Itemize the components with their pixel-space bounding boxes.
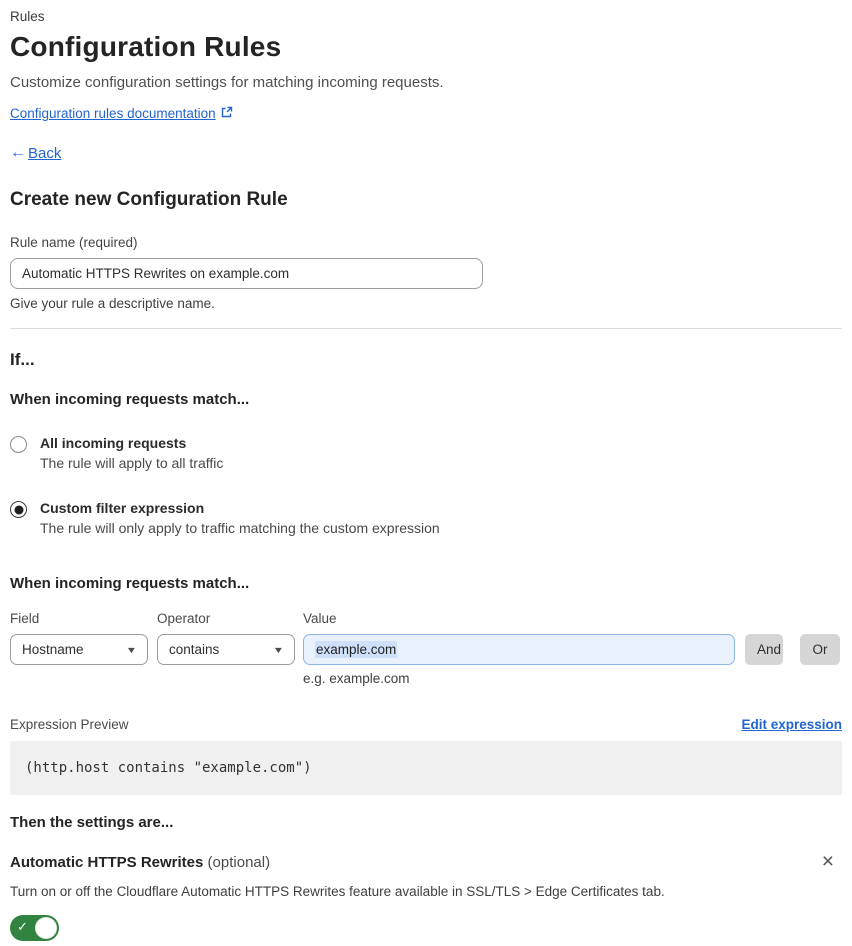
value-input-text: example.com (315, 641, 398, 658)
toggle-knob[interactable] (35, 917, 57, 939)
back-arrow-icon: ← (10, 144, 26, 161)
chevron-down-icon: ▼ (272, 644, 285, 655)
expression-code: (http.host contains "example.com") (25, 760, 312, 776)
operator-select[interactable]: contains ▼ (157, 634, 295, 665)
then-heading: Then the settings are... (10, 814, 174, 831)
radio-unselected-icon[interactable] (10, 436, 27, 453)
radio-option-label: All incoming requests (40, 435, 187, 451)
expression-preview-box: (http.host contains "example.com") (10, 741, 842, 795)
expression-preview-label: Expression Preview (10, 717, 129, 732)
page-subtitle: Customize configuration settings for mat… (10, 74, 444, 91)
close-icon[interactable]: × (822, 851, 834, 872)
radio-option-description: The rule will apply to all traffic (40, 455, 224, 471)
page-title: Configuration Rules (10, 31, 282, 62)
radio-option-custom-filter[interactable]: Custom filter expression The rule will o… (10, 500, 842, 536)
breadcrumb: Rules (10, 9, 45, 24)
operator-select-value: contains (169, 642, 220, 657)
radio-selected-icon[interactable] (10, 501, 27, 518)
radio-option-all-requests[interactable]: All incoming requests The rule will appl… (10, 435, 842, 471)
operator-column-label: Operator (157, 611, 211, 626)
field-column-label: Field (10, 611, 40, 626)
setting-optional-label: (optional) (203, 854, 271, 871)
value-column-label: Value (303, 611, 337, 626)
back-link[interactable]: ← Back (10, 144, 842, 162)
and-button[interactable]: And (745, 634, 783, 665)
create-rule-heading: Create new Configuration Rule (10, 189, 288, 210)
external-link-icon (221, 106, 233, 121)
rule-name-label: Rule name (required) (10, 235, 138, 250)
radio-option-description: The rule will only apply to traffic matc… (40, 520, 440, 536)
field-select[interactable]: Hostname ▼ (10, 634, 148, 665)
builder-heading: When incoming requests match... (10, 575, 250, 592)
or-button[interactable]: Or (800, 634, 840, 665)
match-heading: When incoming requests match... (10, 391, 250, 408)
setting-title-name: Automatic HTTPS Rewrites (10, 854, 204, 871)
chevron-down-icon: ▼ (125, 644, 138, 655)
setting-title: Automatic HTTPS Rewrites (optional) (10, 854, 270, 871)
rule-name-helper: Give your rule a descriptive name. (10, 296, 215, 311)
radio-option-label: Custom filter expression (40, 500, 205, 516)
value-helper: e.g. example.com (303, 671, 410, 686)
rule-name-input[interactable] (10, 258, 483, 289)
documentation-link[interactable]: Configuration rules documentation (10, 106, 216, 121)
checkmark-icon: ✓ (17, 919, 28, 934)
field-select-value: Hostname (22, 642, 84, 657)
value-input[interactable]: example.com (303, 634, 735, 665)
back-link-label[interactable]: Back (28, 145, 61, 162)
setting-description: Turn on or off the Cloudflare Automatic … (10, 884, 665, 899)
section-divider (10, 328, 842, 329)
if-heading: If... (10, 350, 35, 369)
https-rewrites-toggle[interactable]: ✓ (10, 915, 59, 941)
edit-expression-link[interactable]: Edit expression (741, 717, 842, 732)
